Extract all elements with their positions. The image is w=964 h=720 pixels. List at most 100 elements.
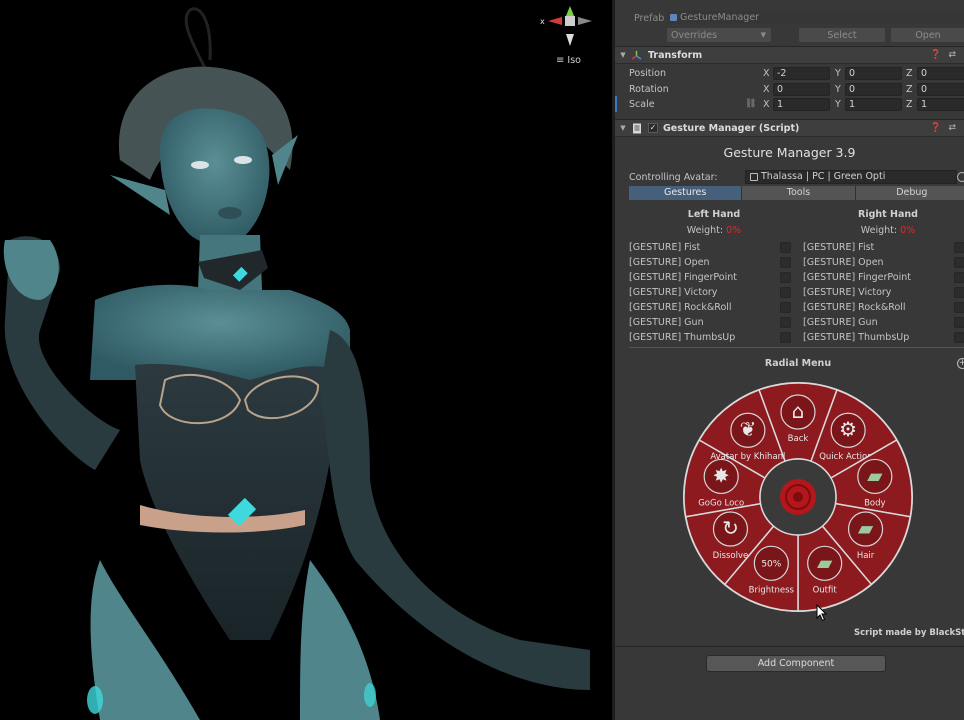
select-button[interactable]: Select [799,28,885,42]
gesture-checkbox[interactable] [780,302,791,313]
gesture-checkbox[interactable] [780,242,791,253]
gesture-label: [GESTURE] FingerPoint [803,272,911,283]
prefab-icon [670,14,677,21]
folder-icon-glyph: ▰ [858,516,874,540]
weight-label: Weight: [686,225,724,236]
gesture-manager-header[interactable]: ▼ ✓ Gesture Manager (Script) ❓ ⇄ [615,119,964,137]
radial-menu-title: Radial Menu [764,358,832,369]
link-icon[interactable]: ⛓ [745,99,756,109]
transform-title: Transform [648,49,703,61]
add-component-button[interactable]: Add Component [706,655,886,672]
help-icon[interactable]: ❓ [930,50,941,60]
gesture-label: [GESTURE] Victory [803,287,892,298]
gesture-label: [GESTURE] Rock&Roll [629,302,732,313]
gesture-label: [GESTURE] Open [629,257,710,268]
gesture-label: [GESTURE] Open [803,257,884,268]
tab-debug[interactable]: Debug [855,186,964,200]
foldout-arrow-icon[interactable]: ▼ [615,124,631,132]
gesture-label: [GESTURE] Gun [803,317,878,328]
gesture-checkbox[interactable] [780,317,791,328]
script-icon [631,123,642,134]
foldout-arrow-icon[interactable]: ▼ [615,51,631,59]
weight-value: 0% [726,225,742,236]
scale-row: Scale ⛓ X 1 Y 1 Z 1 [615,97,964,112]
radial-item-label: Body [864,498,885,508]
gesture-label: [GESTURE] Fist [803,242,875,253]
axis-x-label: X [763,99,770,110]
gesture-checkbox[interactable] [954,287,964,298]
rotation-x-field[interactable]: 0 [773,83,830,96]
submenu-icon-glyph: ✸ [713,463,730,487]
gesture-checkbox[interactable] [780,332,791,343]
gesture-checkbox[interactable] [954,257,964,268]
prefab-asset-field[interactable]: GestureManager [667,11,964,24]
section-divider [629,347,964,348]
position-x-field[interactable]: -2 [773,67,830,80]
avatar-model [3,7,590,720]
prefab-row: Prefab GestureManager Overrides ▼ Select… [615,10,964,46]
transform-header[interactable]: ▼ Transform ❓ ⇄ [615,46,964,64]
settings-sliders-icon[interactable]: ⇄ [948,123,956,133]
scale-z-field[interactable]: 1 [917,98,964,111]
prefab-asset-name: GestureManager [680,12,760,23]
menu-lines-icon: ≡ [556,55,565,66]
radial-center-core-icon [793,492,803,502]
gesture-checkbox[interactable] [954,272,964,283]
rotation-z-field[interactable]: 0 [917,83,964,96]
scene-view[interactable]: x ≡ Iso [0,0,612,720]
tab-tools[interactable]: Tools [742,186,856,200]
radial-item-label: Back [788,434,809,444]
gesture-item: [GESTURE] Gun [803,315,964,330]
gesture-label: [GESTURE] Victory [629,287,718,298]
overrides-label: Overrides [671,29,718,41]
gesture-checkbox[interactable] [780,287,791,298]
radial-menu[interactable]: ⌂Back ⚙Quick Actions▰Body▰Hair▰Outfit50%B… [681,380,915,614]
position-y-field[interactable]: 0 [845,67,902,80]
scale-label: Scale [629,99,655,110]
gesture-item: [GESTURE] Victory [629,285,799,300]
gesture-item: [GESTURE] Fist [629,240,799,255]
gesture-item: [GESTURE] ThumbsUp [629,330,799,345]
position-row: Position X -2 Y 0 Z 0 [615,66,964,81]
component-enabled-checkbox[interactable]: ✓ [648,123,658,133]
inspector-panel: Prefab GestureManager Overrides ▼ Select… [615,0,964,720]
scene-orientation-gizmo[interactable]: x [540,6,600,48]
help-icon[interactable]: ❓ [930,123,941,133]
axis-y-label: Y [835,99,841,110]
gesture-label: [GESTURE] Rock&Roll [803,302,906,313]
radial-menu-add-icon[interactable]: + [957,358,964,369]
gesture-label: [GESTURE] FingerPoint [629,272,737,283]
gesture-checkbox[interactable] [780,272,791,283]
scale-y-field[interactable]: 1 [845,98,902,111]
axis-y-label: Y [835,84,841,95]
gesture-item: [GESTURE] Open [629,255,799,270]
right-hand-weight: Weight: 0% [803,225,964,236]
gesture-item: [GESTURE] Rock&Roll [803,300,964,315]
radial-item-label: Brightness [749,585,795,595]
open-button[interactable]: Open [891,28,964,42]
left-hand-title: Left Hand [687,209,741,220]
gesture-checkbox[interactable] [780,257,791,268]
object-picker-icon[interactable] [957,172,964,182]
tab-gestures[interactable]: Gestures [629,186,743,200]
gesture-checkbox[interactable] [954,332,964,343]
credit-text: Script made by BlackStartx [854,628,964,638]
gesture-checkbox[interactable] [954,302,964,313]
controlling-avatar-field[interactable]: Thalassa | PC | Green Opti [745,170,957,184]
settings-sliders-icon[interactable]: ⇄ [948,50,956,60]
gesture-checkbox[interactable] [954,242,964,253]
right-hand-panel: Right Hand Weight: 0% [GESTURE] Fist [GES… [803,209,964,345]
position-z-field[interactable]: 0 [917,67,964,80]
scale-x-field[interactable]: 1 [773,98,830,111]
axis-z-label: Z [906,99,913,110]
controlling-avatar-value: Thalassa | PC | Green Opti [761,171,886,182]
gesture-checkbox[interactable] [954,317,964,328]
projection-mode-toggle[interactable]: ≡ Iso [556,55,581,66]
rotation-y-field[interactable]: 0 [845,83,902,96]
radial-item-label: GoGo Loco [698,498,744,508]
overrides-dropdown[interactable]: Overrides ▼ [667,28,771,42]
gesture-item: [GESTURE] FingerPoint [803,270,964,285]
toggle-icon-glyph: ↻ [722,516,739,540]
projection-mode-label: Iso [567,55,581,66]
folder-icon-glyph: ▰ [867,463,883,487]
